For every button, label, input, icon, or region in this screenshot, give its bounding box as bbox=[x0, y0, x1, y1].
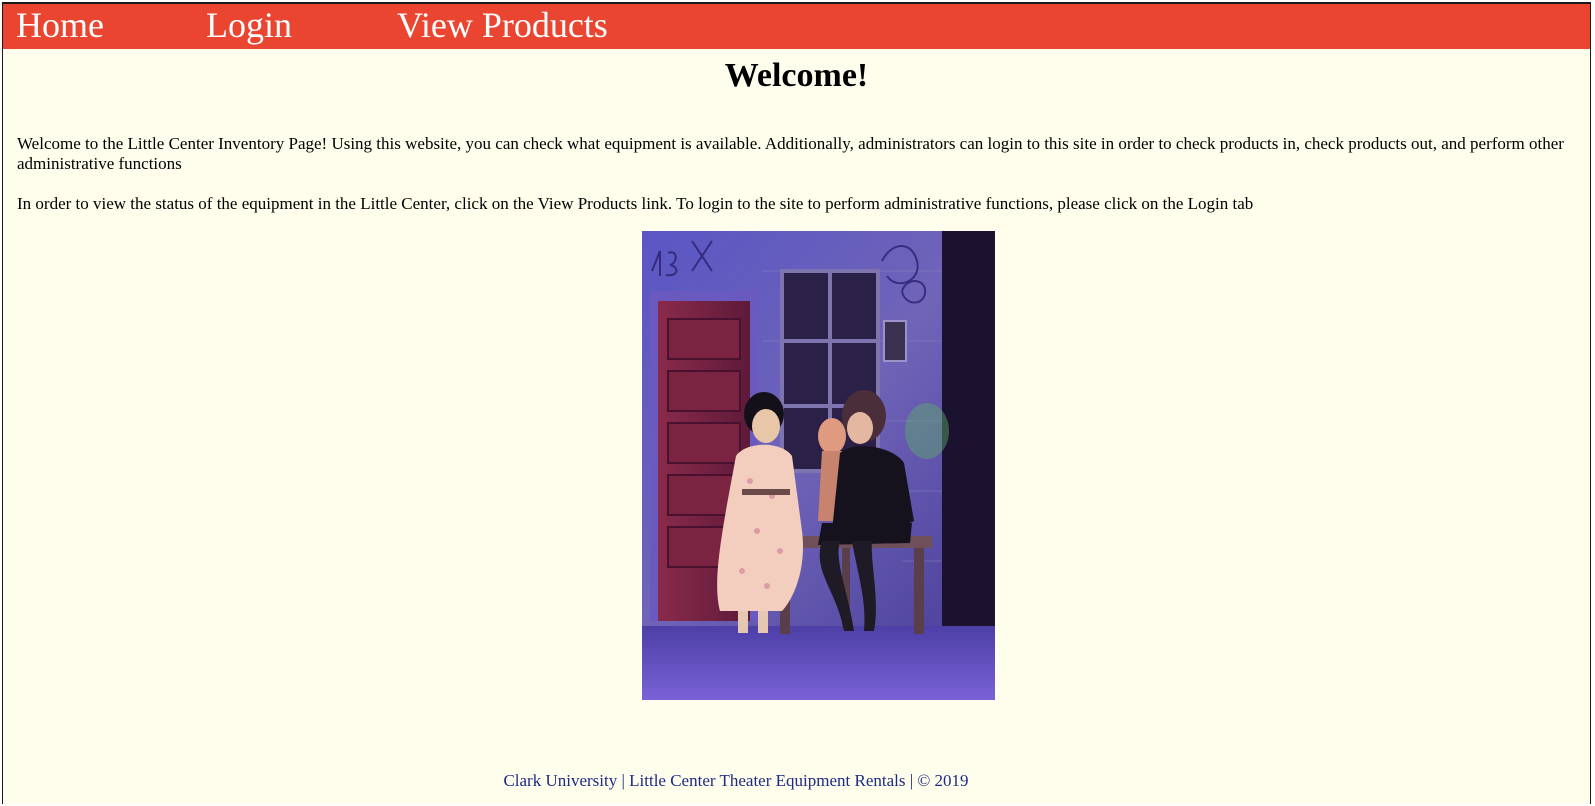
nav-home-link[interactable]: Home bbox=[16, 4, 104, 49]
page-title: Welcome! bbox=[724, 57, 869, 94]
nav-login-link[interactable]: Login bbox=[206, 4, 292, 49]
site-footer: Clark University | Little Center Theater… bbox=[503, 771, 969, 790]
intro-paragraph: Welcome to the Little Center Inventory P… bbox=[17, 134, 1564, 173]
page-frame: Home Login View Products Welcome! Welcom… bbox=[2, 2, 1591, 804]
theater-stage-photo bbox=[642, 231, 995, 700]
nav-view-products-link[interactable]: View Products bbox=[397, 4, 608, 49]
instructions-paragraph: In order to view the status of the equip… bbox=[17, 194, 1254, 213]
top-navbar: Home Login View Products bbox=[3, 4, 1590, 49]
